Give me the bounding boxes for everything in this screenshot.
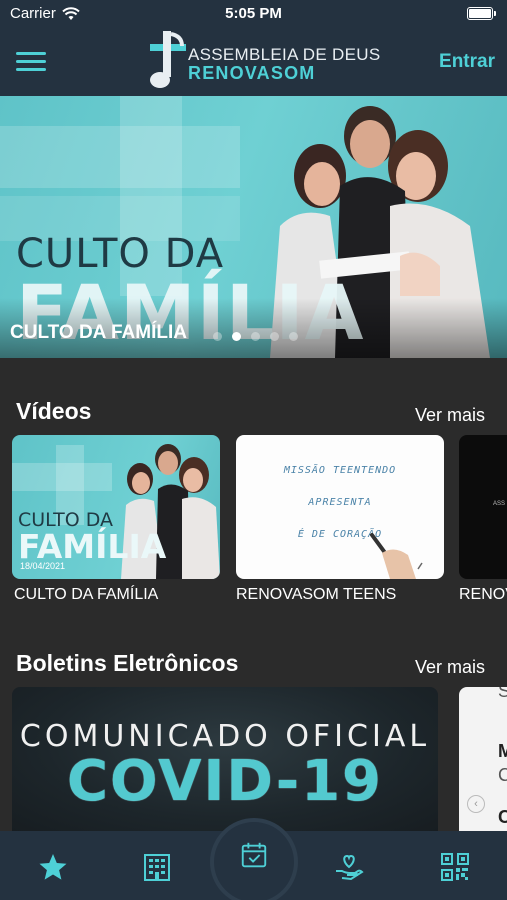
login-button[interactable]: Entrar [439, 51, 495, 73]
decorative-cross-bar [0, 126, 240, 188]
calendar-check-icon [241, 842, 267, 868]
bulletins-see-more-link[interactable]: Ver mais [415, 657, 485, 678]
carousel-dot[interactable] [213, 332, 222, 341]
videos-see-more-link[interactable]: Ver mais [415, 405, 485, 426]
bulletin-subheading: COVID-19 [66, 749, 384, 814]
star-icon[interactable] [37, 851, 69, 883]
video-card[interactable]: ASS [459, 435, 507, 579]
videos-section-title: Vídeos [16, 398, 92, 424]
bulletins-section-title: Boletins Eletrônicos [16, 650, 239, 676]
center-tab-button[interactable] [210, 818, 298, 900]
video-card[interactable]: CULTO DA FAMÍLIA 18/04/2021 [12, 435, 220, 579]
status-time: 5:05 PM [225, 5, 282, 22]
app-logo: ASSEMBLEIA DE DEUS RENOVASOM [146, 30, 381, 90]
hero-carousel[interactable]: CULTO DA FAMÍLIA CULTO DA FAMÍLIA [0, 96, 507, 358]
menu-bar [16, 68, 46, 71]
video-thumb-line: APRESENTA [308, 497, 372, 508]
logo-text-line2: RENOVASOM [188, 63, 316, 83]
video-thumb-date: 18/04/2021 [20, 561, 66, 571]
qr-code-icon[interactable] [439, 851, 471, 883]
carousel-dot-active[interactable] [232, 332, 241, 341]
bulletin-card[interactable]: S M C C ‹ [459, 687, 507, 831]
video-card[interactable]: MISSÃO TEENTENDO APRESENTA É DE CORAÇÃO [236, 435, 444, 579]
carousel-indicator[interactable] [213, 332, 298, 341]
hand-heart-icon[interactable] [333, 851, 365, 883]
bulletin-card[interactable]: COMUNICADO OFICIAL COVID-19 [12, 687, 438, 831]
bulletin-text: S [498, 687, 507, 701]
video-thumb-text: ASS [493, 501, 506, 507]
carousel-dot[interactable] [289, 332, 298, 341]
hero-caption: CULTO DA FAMÍLIA [10, 322, 187, 343]
app-header: Carrier 5:05 PM ASSEMBLEIA DE DEUS RENOV… [0, 0, 507, 96]
carousel-dot[interactable] [270, 332, 279, 341]
decorative-cross-bar [12, 463, 112, 491]
video-title[interactable]: CULTO DA FAMÍLIA [14, 586, 158, 604]
menu-bar [16, 52, 46, 55]
bulletin-text: M [498, 741, 507, 761]
chevron-left-icon[interactable]: ‹ [467, 795, 485, 813]
battery-icon [467, 7, 496, 20]
bulletin-text: C [498, 807, 507, 827]
carousel-dot[interactable] [251, 332, 260, 341]
logo-text-line1: ASSEMBLEIA DE DEUS [188, 45, 381, 64]
video-title[interactable]: RENOVASOM TEENS [236, 586, 396, 604]
video-thumb-line: MISSÃO TEENTENDO [283, 465, 397, 476]
menu-button[interactable] [16, 52, 46, 72]
status-bar: Carrier 5:05 PM [0, 0, 507, 28]
bulletin-text: C [498, 765, 507, 785]
building-icon[interactable] [141, 851, 173, 883]
cross-note-logo-icon [150, 31, 186, 88]
video-title[interactable]: RENOV [459, 586, 507, 604]
drawing-hand-image [370, 533, 423, 579]
menu-bar [16, 60, 46, 63]
